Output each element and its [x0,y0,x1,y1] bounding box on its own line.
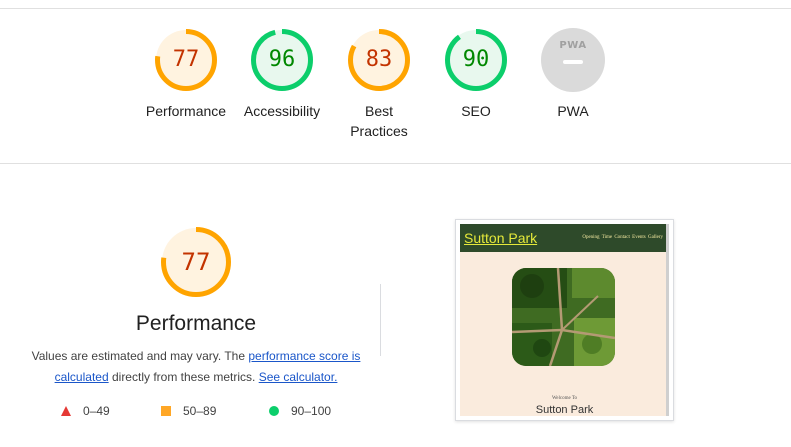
gauge-accessibility[interactable]: 96 Accessibility [234,28,330,121]
aerial-park-image [512,268,615,366]
gauge-accessibility-score: 96 [268,47,296,72]
gauge-seo-label: SEO [461,103,491,119]
gauge-best-practices-score: 83 [365,47,393,72]
performance-detail-score: 77 [181,248,211,276]
gauge-pwa[interactable]: PWA PWA [525,28,621,121]
square-icon [161,406,171,416]
pwa-badge-text: PWA [559,40,587,51]
site-park-name: Sutton Park [535,404,594,416]
see-calculator-link[interactable]: See calculator. [259,370,338,384]
legend-fail: 0–49 [61,404,110,418]
description-prefix: Values are estimated and may vary. The [31,349,249,363]
site-welcome: Welcome To [551,396,578,401]
circle-icon [269,406,279,416]
gauge-accessibility-label: Accessibility [243,103,321,119]
vertical-divider [380,284,381,356]
section-divider [0,163,791,164]
top-divider [0,8,791,9]
pwa-badge-icon: PWA [541,28,605,92]
gauge-seo[interactable]: 90 SEO [428,28,524,121]
site-nav: Opening Time Contact Events Gallery [582,235,663,240]
pwa-dash-icon [563,60,583,64]
performance-description: Values are estimated and may vary. The p… [30,346,362,388]
screenshot-page: Sutton Park Opening Time Contact Events … [460,224,669,416]
legend-pass-range: 90–100 [291,404,332,418]
site-header: Sutton Park Opening Time Contact Events … [460,224,669,252]
legend-fail-range: 0–49 [83,404,110,418]
legend-pass: 90–100 [269,404,331,418]
gauge-best-practices[interactable]: 83 Best Practices [331,28,427,141]
description-middle: directly from these metrics. [108,370,259,384]
gauge-performance-label: Performance [145,103,227,119]
final-screenshot[interactable]: Sutton Park Opening Time Contact Events … [455,219,674,421]
site-scrollbar [666,224,669,416]
gauge-best-practices-label: Best Practices [350,103,408,139]
legend-average: 50–89 [161,404,216,418]
performance-detail-gauge: 77 [160,226,232,298]
legend-average-range: 50–89 [183,404,217,418]
gauge-pwa-label: PWA [557,103,589,119]
triangle-icon [61,406,71,416]
performance-title: Performance [135,312,257,335]
gauge-performance[interactable]: 77 Performance [138,28,234,121]
gauge-performance-score: 77 [172,47,200,72]
site-title: Sutton Park [464,230,538,246]
gauge-seo-score: 90 [462,47,490,72]
